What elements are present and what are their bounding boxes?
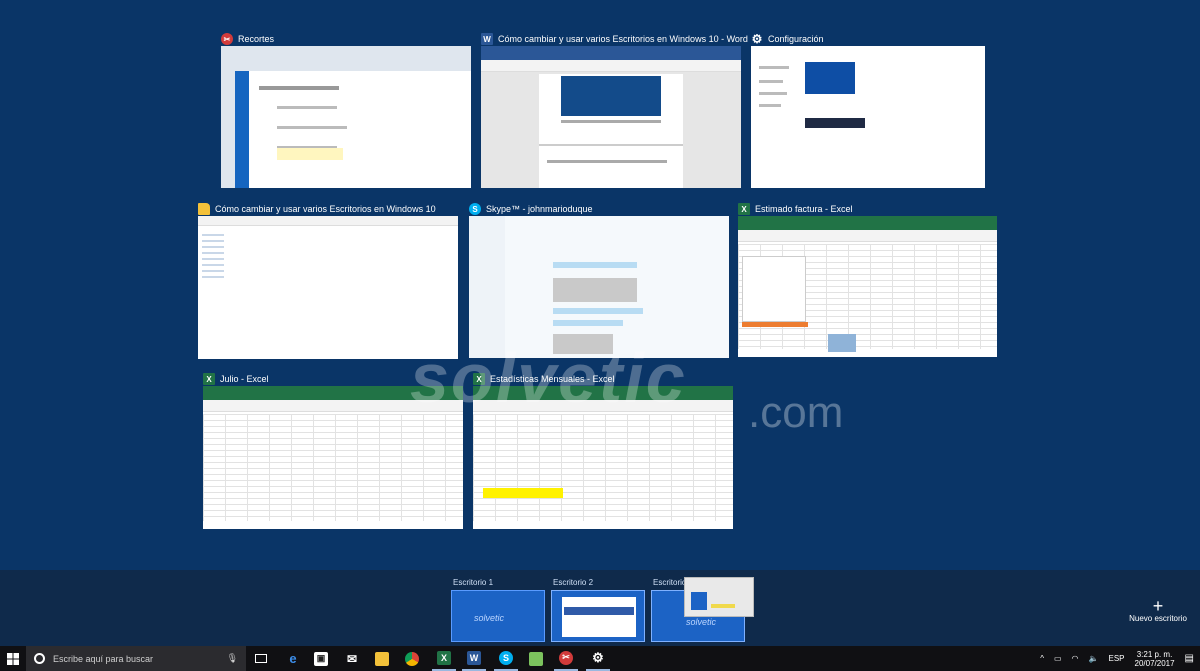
window-thumbnail <box>481 46 741 188</box>
edge-icon: e <box>289 651 297 666</box>
taskbar-explorer[interactable] <box>370 646 394 671</box>
clock[interactable]: 3:21 p. m. 20/07/2017 <box>1135 650 1175 668</box>
watermark-brand: solvetic <box>410 339 687 417</box>
skype-icon: S <box>499 650 513 665</box>
notepad-icon <box>529 651 543 666</box>
dragged-window-preview[interactable] <box>684 577 754 617</box>
start-button[interactable] <box>0 646 26 671</box>
search-box[interactable]: Escribe aquí para buscar 🎙 <box>26 646 246 671</box>
windows-logo-icon <box>7 652 19 665</box>
desktop-1-thumbnail[interactable]: solvetic <box>451 590 545 642</box>
desktop-brand: solvetic <box>686 617 717 627</box>
folder-icon <box>375 651 389 666</box>
window-word[interactable]: W Cómo cambiar y usar varios Escritorios… <box>481 33 748 188</box>
window-title: Cómo cambiar y usar varios Escritorios e… <box>215 204 436 214</box>
taskbar-notepad[interactable] <box>524 646 548 671</box>
window-configuracion[interactable]: ⚙ Configuración <box>751 32 985 188</box>
language-indicator[interactable]: ESP <box>1108 654 1124 663</box>
window-title: Skype™ - johnmarioduque <box>486 204 593 214</box>
new-desktop-button[interactable]: + Nuevo escritorio <box>1128 596 1188 623</box>
taskbar-word[interactable]: W <box>462 646 486 671</box>
task-view-button[interactable] <box>250 646 272 671</box>
clock-date: 20/07/2017 <box>1134 658 1175 668</box>
new-desktop-label: Nuevo escritorio <box>1129 614 1187 623</box>
desktop-label: Escritorio 1 <box>453 578 494 587</box>
taskbar-edge[interactable]: e <box>282 646 304 671</box>
excel-icon: X <box>738 203 750 215</box>
cortana-icon <box>34 653 45 664</box>
folder-icon <box>198 203 210 215</box>
chevron-up-icon[interactable]: ^ <box>1040 654 1044 663</box>
gear-icon: ⚙ <box>751 32 763 46</box>
window-title: Cómo cambiar y usar varios Escritorios e… <box>498 34 748 44</box>
window-thumbnail <box>751 46 985 188</box>
plus-icon: + <box>1152 596 1164 616</box>
desktop-2-thumbnail[interactable] <box>551 590 645 642</box>
taskbar: Escribe aquí para buscar 🎙 e ▣ ✉ X W S ✂… <box>0 646 1200 671</box>
store-icon: ▣ <box>314 651 328 666</box>
wifi-icon[interactable]: ◠ <box>1072 654 1079 663</box>
window-title: Recortes <box>238 34 275 44</box>
window-title: Estimado factura - Excel <box>755 204 853 214</box>
window-skype[interactable]: S Skype™ - johnmarioduque <box>469 203 729 358</box>
chrome-icon <box>405 651 419 666</box>
word-icon: W <box>467 650 481 665</box>
microphone-icon[interactable]: 🎙 <box>227 653 238 664</box>
notifications-icon[interactable]: ▤ <box>1185 653 1194 664</box>
window-estimado-factura[interactable]: X Estimado factura - Excel <box>738 203 997 357</box>
desktop-label: Escritorio 2 <box>553 578 594 587</box>
skype-icon: S <box>469 203 481 215</box>
desktop-brand: solvetic <box>474 613 505 623</box>
clock-time: 3:21 p. m. <box>1136 649 1173 659</box>
window-title: Configuración <box>768 34 824 44</box>
taskbar-settings[interactable]: ⚙ <box>586 646 610 671</box>
taskbar-skype[interactable]: S <box>494 646 518 671</box>
excel-icon: X <box>203 373 215 385</box>
desktop-label: Escritorio <box>653 578 687 587</box>
watermark-suffix: .com <box>748 388 844 437</box>
excel-icon: X <box>437 650 451 665</box>
window-title: Julio - Excel <box>220 374 269 384</box>
snipping-tool-icon: ✂ <box>559 650 573 665</box>
snipping-tool-icon: ✂ <box>221 33 233 45</box>
taskbar-excel[interactable]: X <box>432 646 456 671</box>
task-view-icon <box>255 654 267 663</box>
window-thumbnail <box>469 216 729 358</box>
speaker-icon[interactable]: 🔈 <box>1089 654 1099 663</box>
gear-icon: ⚙ <box>592 649 604 665</box>
taskbar-mail[interactable]: ✉ <box>340 646 364 671</box>
window-thumbnail <box>221 46 471 188</box>
taskbar-store[interactable]: ▣ <box>310 646 332 671</box>
window-thumbnail <box>738 216 997 357</box>
window-recortes[interactable]: ✂ Recortes <box>221 33 471 188</box>
taskbar-chrome[interactable] <box>400 646 424 671</box>
search-placeholder: Escribe aquí para buscar <box>53 653 154 664</box>
taskbar-snipping[interactable]: ✂ <box>554 646 578 671</box>
mail-icon: ✉ <box>346 651 358 666</box>
system-tray: ^ ▭ ◠ 🔈 ESP 3:21 p. m. 20/07/2017 ▤ <box>1040 646 1194 671</box>
word-icon: W <box>481 33 493 45</box>
network-icon[interactable]: ▭ <box>1054 654 1062 663</box>
